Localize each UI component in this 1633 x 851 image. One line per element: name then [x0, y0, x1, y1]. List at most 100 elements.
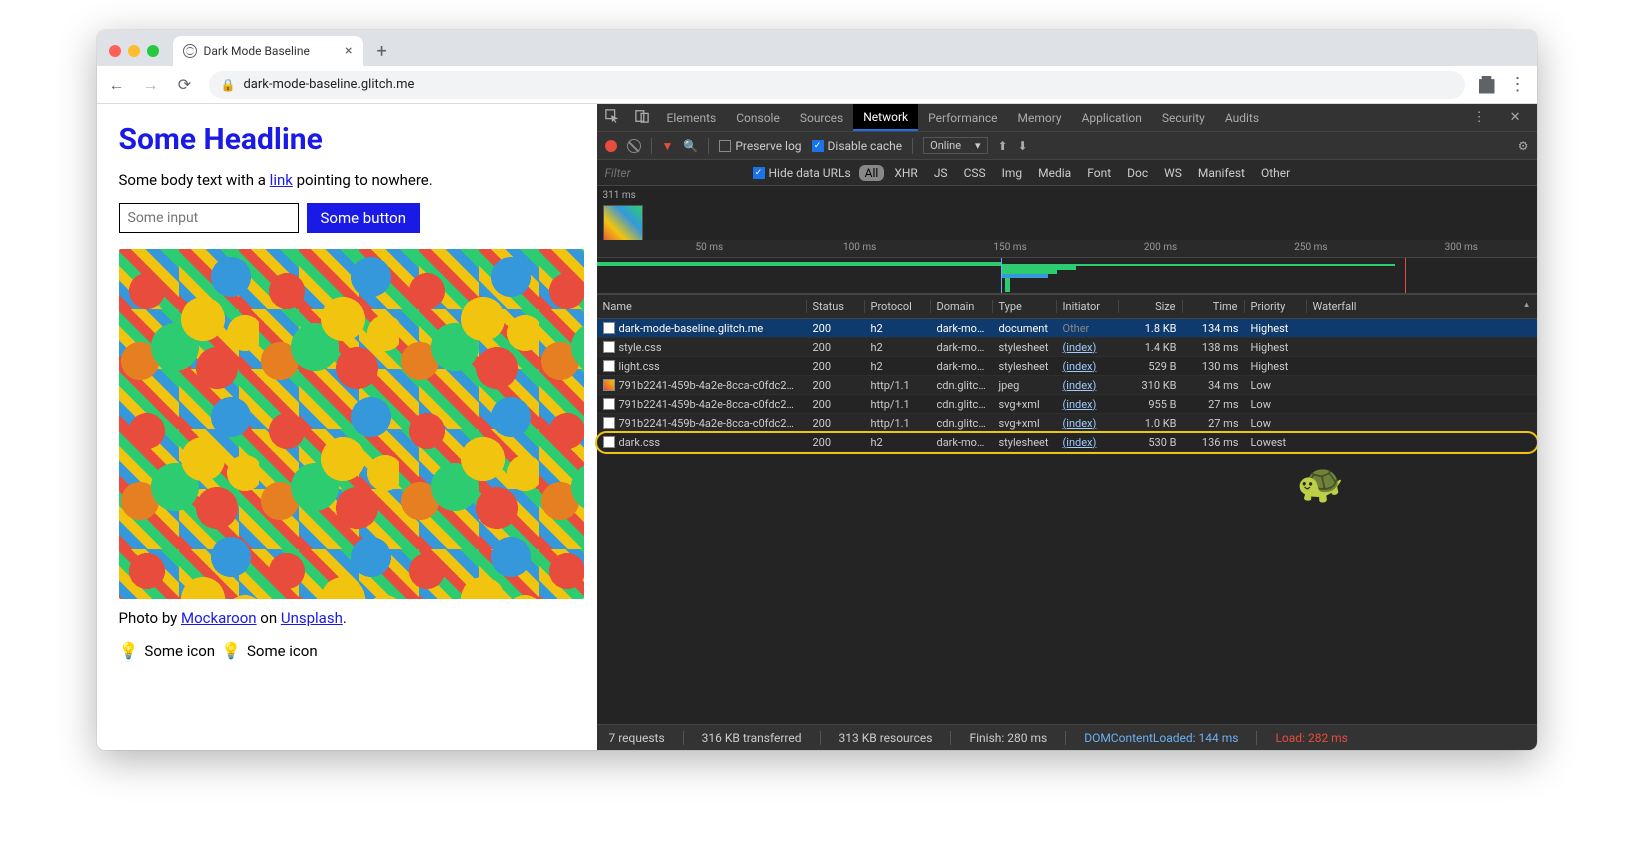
devtools-tab-elements[interactable]: Elements: [657, 104, 727, 131]
devtools-tab-audits[interactable]: Audits: [1215, 104, 1269, 131]
col-time[interactable]: Time: [1183, 300, 1245, 313]
action-button[interactable]: Some button: [307, 203, 421, 233]
ruler-tick: 150 ms: [993, 242, 1026, 253]
chevron-down-icon: ▾: [975, 139, 981, 152]
maximize-window-button[interactable]: [147, 45, 159, 57]
col-domain[interactable]: Domain: [931, 300, 993, 313]
filter-pill-css[interactable]: CSS: [958, 165, 992, 181]
new-tab-button[interactable]: +: [369, 41, 395, 62]
tab-title: Dark Mode Baseline: [204, 44, 310, 58]
credit-site-link[interactable]: Unsplash: [281, 609, 343, 627]
filter-pill-xhr[interactable]: XHR: [888, 165, 923, 181]
devtools-tab-sources[interactable]: Sources: [790, 104, 853, 131]
sort-indicator-icon: ▲: [1523, 300, 1531, 309]
devtools-tab-performance[interactable]: Performance: [918, 104, 1007, 131]
minimize-window-button[interactable]: [128, 45, 140, 57]
filter-pill-js[interactable]: JS: [928, 165, 954, 181]
credit-author-link[interactable]: Mockaroon: [181, 609, 257, 627]
waterfall-overview[interactable]: [597, 258, 1537, 294]
filter-pill-font[interactable]: Font: [1081, 165, 1117, 181]
browser-window: Dark Mode Baseline × + ← → ⟳ 🔒 dark-mode…: [97, 30, 1537, 750]
col-size[interactable]: Size: [1119, 300, 1183, 313]
filter-pill-media[interactable]: Media: [1032, 165, 1077, 181]
col-initiator[interactable]: Initiator: [1057, 300, 1119, 313]
bulb-icon: 💡: [221, 641, 241, 660]
filter-pill-manifest[interactable]: Manifest: [1192, 165, 1251, 181]
search-icon[interactable]: 🔍: [683, 139, 698, 153]
table-row[interactable]: 791b2241-459b-4a2e-8cca-c0fdc2…200http/1…: [597, 395, 1537, 414]
col-status[interactable]: Status: [807, 300, 865, 313]
table-row[interactable]: 791b2241-459b-4a2e-8cca-c0fdc2…200http/1…: [597, 376, 1537, 395]
filter-pill-doc[interactable]: Doc: [1121, 165, 1154, 181]
col-protocol[interactable]: Protocol: [865, 300, 931, 313]
reload-button[interactable]: ⟳: [175, 75, 195, 94]
col-type[interactable]: Type: [993, 300, 1057, 313]
table-row[interactable]: 791b2241-459b-4a2e-8cca-c0fdc2…200http/1…: [597, 414, 1537, 433]
col-priority[interactable]: Priority: [1245, 300, 1307, 313]
url-text: dark-mode-baseline.glitch.me: [243, 77, 414, 92]
overview-duration: 311 ms: [603, 190, 643, 201]
hide-data-urls-checkbox[interactable]: Hide data URLs: [753, 166, 851, 180]
status-finish: Finish: 280 ms: [969, 731, 1047, 745]
url-bar[interactable]: 🔒 dark-mode-baseline.glitch.me: [209, 71, 1465, 99]
photo-credit: Photo by Mockaroon on Unsplash.: [119, 609, 575, 627]
preserve-log-checkbox[interactable]: Preserve log: [719, 139, 801, 153]
devtools-tab-security[interactable]: Security: [1152, 104, 1215, 131]
initiator-link[interactable]: (index): [1063, 379, 1097, 392]
back-button[interactable]: ←: [107, 75, 127, 95]
device-toggle-icon[interactable]: [627, 109, 657, 127]
record-button[interactable]: [605, 140, 617, 152]
filter-bar: Hide data URLs AllXHR JSCSSImgMediaFontDo…: [597, 160, 1537, 186]
filter-pill-other[interactable]: Other: [1255, 165, 1296, 181]
initiator-link[interactable]: (index): [1063, 417, 1097, 430]
devtools-tab-application[interactable]: Application: [1072, 104, 1152, 131]
devtools-tab-memory[interactable]: Memory: [1008, 104, 1072, 131]
col-name[interactable]: Name: [597, 300, 807, 313]
page-body: Some body text with a link pointing to n…: [119, 171, 575, 189]
filter-input[interactable]: [605, 166, 745, 180]
table-row[interactable]: dark-mode-baseline.glitch.me200h2dark-mo…: [597, 319, 1537, 338]
initiator-link[interactable]: (index): [1063, 360, 1097, 373]
body-link[interactable]: link: [270, 171, 293, 189]
screenshot-thumbnail[interactable]: [603, 205, 643, 245]
devtools-tab-network[interactable]: Network: [853, 104, 918, 131]
ruler-tick: 200 ms: [1144, 242, 1177, 253]
network-table-body: dark-mode-baseline.glitch.me200h2dark-mo…: [597, 319, 1537, 452]
upload-icon[interactable]: ⬆: [998, 139, 1008, 153]
file-icon: [603, 398, 615, 410]
table-row[interactable]: dark.css200h2dark-mo…stylesheet(index)53…: [597, 433, 1537, 452]
table-row[interactable]: light.css200h2dark-mo…stylesheet(index)5…: [597, 357, 1537, 376]
devtools-toolbar: ElementsConsoleSourcesNetworkPerformance…: [597, 104, 1537, 132]
inspect-icon[interactable]: [597, 109, 627, 127]
lock-icon: 🔒: [221, 78, 236, 92]
devtools-tab-console[interactable]: Console: [726, 104, 790, 131]
initiator-link[interactable]: (index): [1063, 436, 1097, 449]
file-icon: [603, 436, 615, 448]
globe-icon: [183, 44, 197, 58]
table-row[interactable]: style.css200h2dark-mo…stylesheet(index)1…: [597, 338, 1537, 357]
filter-icon[interactable]: ▼: [662, 139, 674, 153]
close-tab-icon[interactable]: ×: [345, 43, 352, 59]
clear-button[interactable]: [627, 139, 641, 153]
forward-button[interactable]: →: [141, 75, 161, 95]
filter-pill-img[interactable]: Img: [996, 165, 1029, 181]
browser-menu-icon[interactable]: ⋮: [1509, 74, 1527, 95]
disable-cache-checkbox[interactable]: Disable cache: [812, 139, 903, 153]
initiator-link[interactable]: (index): [1063, 341, 1097, 354]
devtools-menu-icon[interactable]: ⋮: [1465, 110, 1494, 125]
close-window-button[interactable]: [109, 45, 121, 57]
col-waterfall[interactable]: Waterfall▲: [1307, 300, 1537, 313]
download-icon[interactable]: ⬇: [1018, 139, 1028, 153]
rendered-page: Some Headline Some body text with a link…: [97, 104, 597, 750]
filter-pill-all[interactable]: All: [859, 165, 885, 181]
browser-tab[interactable]: Dark Mode Baseline ×: [173, 36, 363, 66]
extension-icon[interactable]: [1479, 76, 1495, 94]
filter-pill-ws[interactable]: WS: [1158, 165, 1188, 181]
initiator-link[interactable]: (index): [1063, 398, 1097, 411]
empty-table-area: 🐢: [597, 452, 1537, 652]
ruler-tick: 50 ms: [695, 242, 723, 253]
text-input[interactable]: [119, 203, 299, 233]
devtools-close-icon[interactable]: ✕: [1502, 110, 1529, 125]
settings-gear-icon[interactable]: ⚙: [1518, 139, 1529, 153]
throttle-select[interactable]: Online▾: [923, 137, 987, 154]
